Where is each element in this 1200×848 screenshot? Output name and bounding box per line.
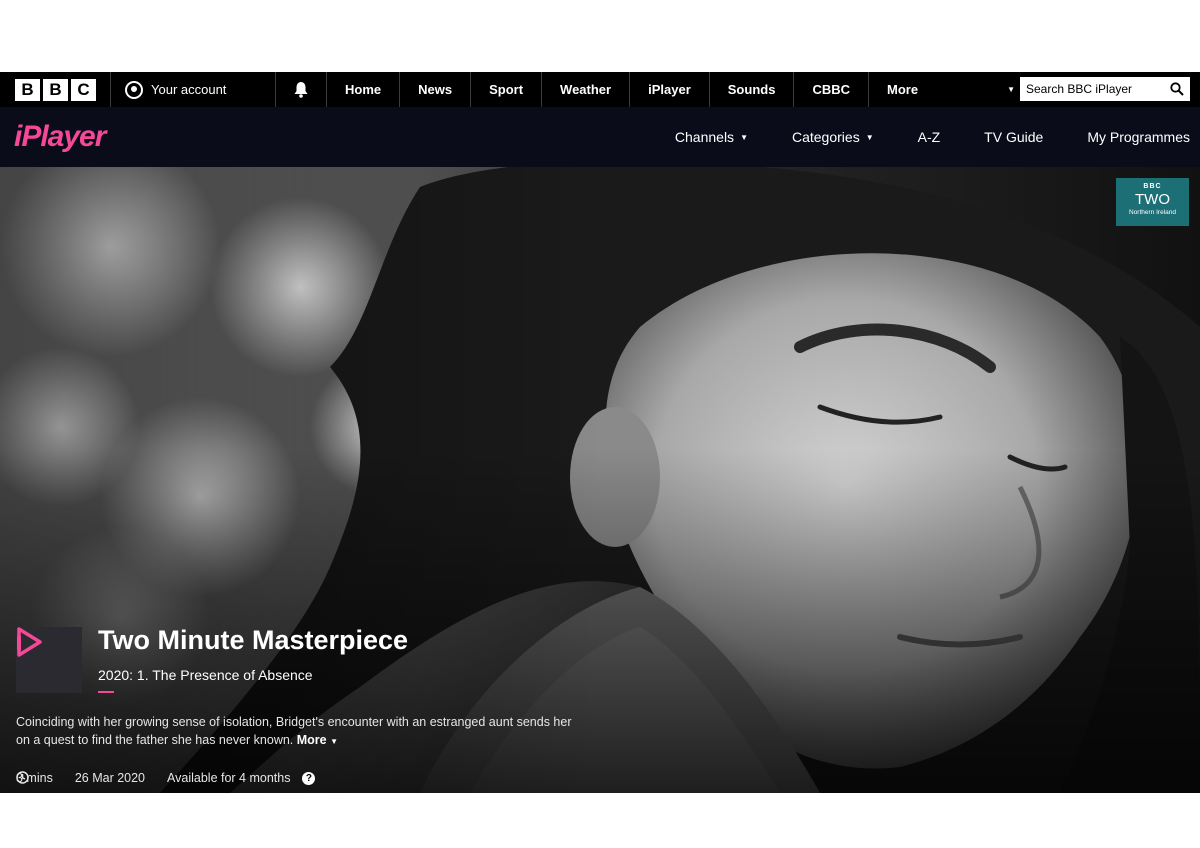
more-label: More	[296, 733, 327, 747]
hero-banner[interactable]: BBC TWO Northern Ireland Two Minute Mast…	[0, 167, 1200, 793]
programme-title[interactable]: Two Minute Masterpiece	[98, 625, 408, 656]
channel-badge-name: TWO	[1135, 191, 1170, 208]
bbc-logo[interactable]: B B C	[15, 78, 110, 101]
bbc-logo-letter: B	[43, 78, 68, 101]
categories-label: Categories	[791, 129, 860, 145]
nav-cbbc[interactable]: CBBC	[793, 72, 868, 107]
more-button[interactable]: More ▼	[297, 733, 338, 747]
play-icon	[17, 627, 42, 657]
duration: 3 mins	[16, 771, 53, 785]
dropdown-caret-icon: ▼	[330, 737, 339, 746]
notifications-button[interactable]	[276, 72, 326, 107]
bell-icon	[294, 82, 308, 98]
channels-label: Channels	[674, 129, 735, 145]
nav-home[interactable]: Home	[326, 72, 399, 107]
dropdown-caret-icon: ▼	[740, 132, 748, 142]
my-programmes-link[interactable]: My Programmes	[1065, 129, 1190, 145]
search-placeholder: Search BBC iPlayer	[1026, 82, 1133, 96]
nav-more-button[interactable]: More ▼	[868, 72, 1033, 107]
iplayer-logo[interactable]: iPlayer	[14, 120, 106, 154]
az-link[interactable]: A-Z	[896, 129, 963, 145]
nav-sport[interactable]: Sport	[470, 72, 541, 107]
help-icon[interactable]: ?	[302, 771, 316, 785]
tv-guide-link[interactable]: TV Guide	[962, 129, 1065, 145]
channel-badge: BBC TWO Northern Ireland	[1116, 178, 1189, 226]
nav-more-label: More	[887, 82, 919, 97]
channel-badge-region: Northern Ireland	[1129, 209, 1176, 216]
account-label: Your account	[151, 82, 227, 97]
nav-news[interactable]: News	[399, 72, 470, 107]
hero-image	[0, 167, 1200, 793]
iplayer-nav: iPlayer Channels ▼ Categories ▼ A-Z TV G…	[0, 107, 1200, 167]
broadcast-date: 26 Mar 2020	[74, 771, 146, 785]
clock-icon	[16, 771, 29, 784]
account-link[interactable]: Your account	[111, 72, 275, 107]
search-icon[interactable]	[1170, 82, 1184, 96]
iplayer-menu: Channels ▼ Categories ▼ A-Z TV Guide My …	[653, 107, 1190, 167]
availability-text: Available for 4 months	[167, 771, 291, 785]
episode-title: 2020: 1. The Presence of Absence	[98, 667, 313, 683]
channels-menu[interactable]: Channels ▼	[653, 129, 770, 145]
dropdown-caret-icon: ▼	[1007, 85, 1015, 94]
dropdown-caret-icon: ▼	[865, 132, 874, 142]
nav-sounds[interactable]: Sounds	[708, 72, 794, 107]
search-input[interactable]: Search BBC iPlayer	[1020, 77, 1190, 101]
bbc-global-nav: B B C Your account Home News Sport Weath…	[0, 72, 1200, 107]
channel-badge-bbc: BBC	[1143, 183, 1162, 190]
play-button[interactable]	[16, 627, 82, 693]
bbc-logo-letter: B	[15, 78, 40, 101]
bbc-logo-letter: C	[71, 78, 96, 101]
categories-menu[interactable]: Categories ▼	[770, 129, 896, 145]
programme-meta: 3 mins 26 Mar 2020 Available for 4 month…	[16, 771, 337, 785]
nav-iplayer[interactable]: iPlayer	[629, 72, 709, 107]
availability: Available for 4 months ?	[167, 771, 316, 785]
synopsis-text: Coinciding with her growing sense of iso…	[16, 715, 572, 747]
accent-rule	[98, 691, 114, 693]
nav-weather[interactable]: Weather	[541, 72, 629, 107]
account-icon	[125, 80, 143, 99]
synopsis: Coinciding with her growing sense of iso…	[16, 713, 576, 751]
